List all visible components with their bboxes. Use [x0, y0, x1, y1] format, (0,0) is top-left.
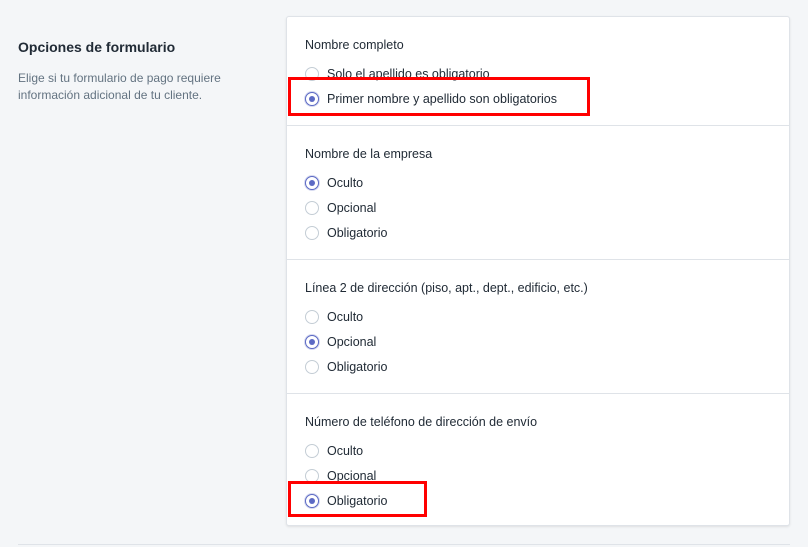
form-options-card: Nombre completo Solo el apellido es obli… — [286, 16, 790, 526]
radio-option-optional[interactable]: Opcional — [305, 329, 771, 354]
option-label: Oculto — [327, 309, 364, 324]
option-label: Opcional — [327, 468, 377, 483]
shipping-phone-title: Número de teléfono de dirección de envío — [305, 415, 538, 429]
full-name-title: Nombre completo — [305, 38, 404, 52]
radio-option-first-and-last-name[interactable]: Primer nombre y apellido son obligatorio… — [305, 86, 771, 111]
radio-unchecked-icon[interactable] — [305, 443, 319, 458]
radio-option-required[interactable]: Obligatorio — [305, 220, 771, 245]
option-label: Obligatorio — [327, 225, 388, 240]
radio-unchecked-icon[interactable] — [305, 468, 319, 483]
option-label: Oculto — [327, 443, 364, 458]
radio-checked-icon[interactable] — [305, 493, 319, 508]
radio-unchecked-icon[interactable] — [305, 225, 319, 240]
radio-unchecked-icon[interactable] — [305, 359, 319, 374]
section-heading: Opciones de formulario — [18, 39, 176, 55]
radio-unchecked-icon[interactable] — [305, 66, 319, 81]
option-label: Obligatorio — [327, 359, 388, 374]
radio-unchecked-icon[interactable] — [305, 309, 319, 324]
option-label: Primer nombre y apellido son obligatorio… — [327, 91, 557, 106]
radio-checked-icon[interactable] — [305, 175, 319, 190]
radio-option-optional[interactable]: Opcional — [305, 195, 771, 220]
radio-option-hidden[interactable]: Oculto — [305, 170, 771, 195]
radio-option-hidden[interactable]: Oculto — [305, 304, 771, 329]
address-line2-title: Línea 2 de dirección (piso, apt., dept.,… — [305, 281, 588, 295]
company-name-title: Nombre de la empresa — [305, 147, 433, 161]
option-label: Obligatorio — [327, 493, 388, 508]
radio-checked-icon[interactable] — [305, 334, 319, 349]
radio-option-optional[interactable]: Opcional — [305, 463, 771, 488]
option-label: Opcional — [327, 334, 377, 349]
radio-checked-icon[interactable] — [305, 91, 319, 106]
option-label: Solo el apellido es obligatorio — [327, 66, 490, 81]
radio-option-required[interactable]: Obligatorio — [305, 488, 771, 513]
radio-option-hidden[interactable]: Oculto — [305, 438, 771, 463]
option-label: Oculto — [327, 175, 364, 190]
form-options-info: Opciones de formulario Elige si tu formu… — [18, 38, 268, 104]
radio-option-last-name-only[interactable]: Solo el apellido es obligatorio — [305, 61, 771, 86]
address-line2-section: Línea 2 de dirección (piso, apt., dept.,… — [287, 260, 789, 394]
radio-option-required[interactable]: Obligatorio — [305, 354, 771, 379]
company-name-section: Nombre de la empresa Oculto Opcional Obl… — [287, 126, 789, 260]
divider — [18, 544, 790, 545]
option-label: Opcional — [327, 200, 377, 215]
full-name-section: Nombre completo Solo el apellido es obli… — [287, 17, 789, 126]
section-description: Elige si tu formulario de pago requiere … — [18, 71, 221, 102]
shipping-phone-section: Número de teléfono de dirección de envío… — [287, 394, 789, 525]
radio-unchecked-icon[interactable] — [305, 200, 319, 215]
